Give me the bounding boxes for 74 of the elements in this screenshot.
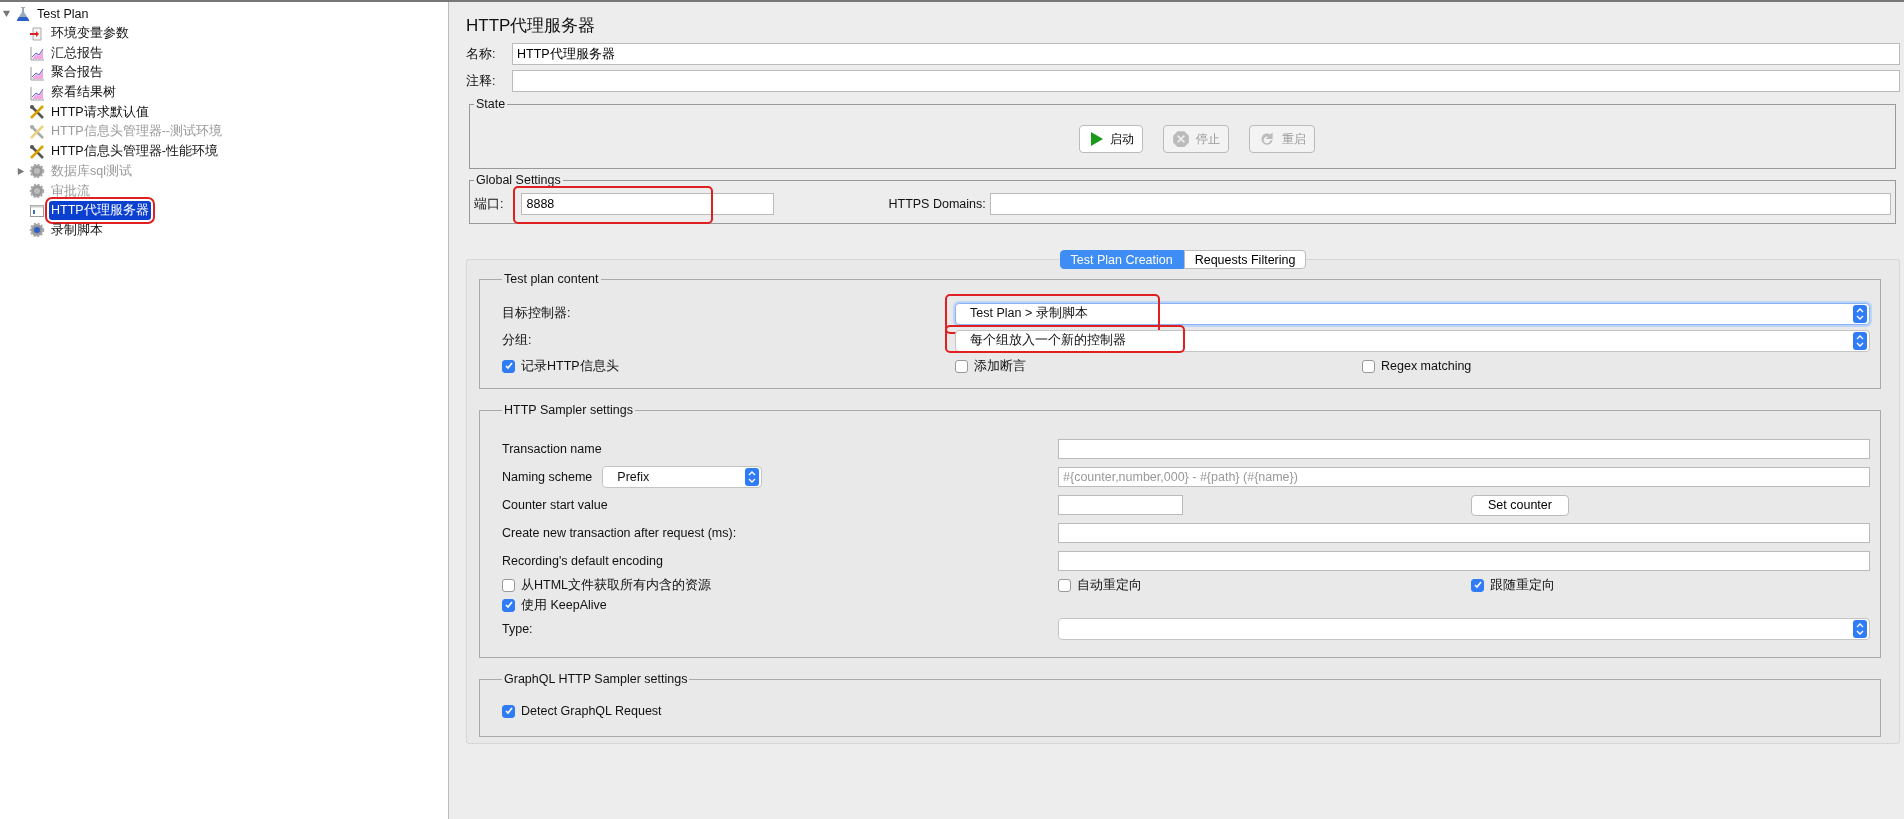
tools-icon (29, 143, 45, 160)
field-label: Counter start value (502, 498, 609, 512)
checkbox[interactable] (502, 598, 515, 612)
expand-triangle-icon[interactable] (2, 9, 11, 19)
checkbox-label: Detect GraphQL Request (521, 704, 662, 718)
window-icon (29, 202, 45, 219)
comment-field[interactable] (512, 70, 1900, 92)
tree-item[interactable]: 察看结果树 (49, 83, 118, 103)
field-label: 目标控制器: (502, 305, 572, 322)
transaction-name-field[interactable] (1058, 439, 1870, 459)
group-title: State (475, 97, 507, 111)
tree-item[interactable]: Test Plan (35, 5, 91, 22)
checkbox-label: Regex matching (1381, 359, 1472, 373)
field-label: 名称: (466, 45, 497, 63)
group-title: GraphQL HTTP Sampler settings (503, 672, 689, 686)
group-title: Test plan content (503, 272, 600, 286)
stepper-icon (1853, 304, 1867, 323)
field-label: Transaction name (502, 442, 603, 456)
graph-icon (29, 64, 45, 81)
counter-start-field[interactable] (1058, 495, 1183, 515)
target-controller-dropdown[interactable]: Test Plan > 录制脚本 (955, 302, 1870, 325)
field-label: Create new transaction after request (ms): (502, 526, 738, 540)
field-label: Type: (502, 622, 534, 636)
checkbox[interactable] (1362, 359, 1375, 373)
tree-item[interactable]: 环境变量参数 (49, 24, 131, 44)
port-field[interactable]: 8888 (521, 193, 775, 215)
tools-icon (29, 104, 45, 121)
checkbox-label: 自动重定向 (1077, 576, 1142, 594)
checkbox[interactable] (1471, 578, 1484, 592)
checkbox[interactable] (502, 359, 515, 373)
checkbox[interactable] (955, 359, 968, 373)
stepper-icon (1853, 331, 1867, 350)
transaction-delay-field[interactable] (1058, 523, 1870, 543)
tree-item[interactable]: 汇总报告 (49, 43, 105, 63)
https-domains-field[interactable] (989, 193, 1891, 215)
stepper-icon (1853, 620, 1867, 638)
tab[interactable]: Requests Filtering (1183, 250, 1307, 269)
tree-item[interactable]: HTTP请求默认值 (49, 102, 151, 122)
stepper-icon (745, 468, 760, 486)
graph-icon (29, 84, 45, 101)
checkbox-label: 从HTML文件获取所有内含的资源 (521, 576, 712, 594)
tree-item[interactable]: HTTP信息头管理器-性能环境 (49, 142, 220, 162)
panel-title: HTTP代理服务器 (466, 15, 597, 37)
checkbox[interactable] (502, 578, 515, 592)
checkbox-label: 添加断言 (974, 357, 1026, 375)
gear-icon (29, 222, 45, 239)
field-label: Recording's default encoding (502, 554, 664, 568)
checkbox[interactable] (1058, 578, 1071, 592)
graph-icon (29, 45, 45, 62)
gear-icon (29, 163, 45, 180)
stop-icon (1171, 130, 1190, 148)
field-label: 端口: (474, 195, 504, 213)
checkbox-label: 跟随重定向 (1490, 576, 1555, 594)
checkbox-label: 使用 KeepAlive (521, 596, 607, 614)
group-title: HTTP Sampler settings (503, 403, 634, 417)
gear-icon (29, 183, 45, 200)
tree-item[interactable]: 聚合报告 (49, 63, 105, 83)
encoding-field[interactable] (1058, 551, 1870, 571)
checkbox[interactable] (502, 704, 515, 718)
naming-scheme-dropdown[interactable]: Prefix (602, 466, 763, 488)
field-label: Naming scheme (502, 470, 593, 484)
state-button[interactable]: 启动 (1078, 125, 1143, 153)
field-label: 注释: (466, 72, 497, 90)
field-label: HTTPS Domains: (888, 197, 986, 211)
tree-item[interactable]: 录制脚本 (49, 220, 105, 240)
set-counter-button[interactable]: Set counter (1471, 494, 1569, 516)
tools-icon (29, 123, 45, 140)
group-title: Global Settings (475, 173, 562, 187)
flask-icon (15, 5, 31, 22)
field-label: 分组: (502, 332, 533, 349)
checkbox-label: 记录HTTP信息头 (521, 357, 619, 375)
name-field[interactable]: HTTP代理服务器 (512, 43, 1900, 65)
grouping-dropdown[interactable]: 每个组放入一个新的控制器 (955, 329, 1870, 352)
type-dropdown[interactable] (1058, 618, 1870, 640)
